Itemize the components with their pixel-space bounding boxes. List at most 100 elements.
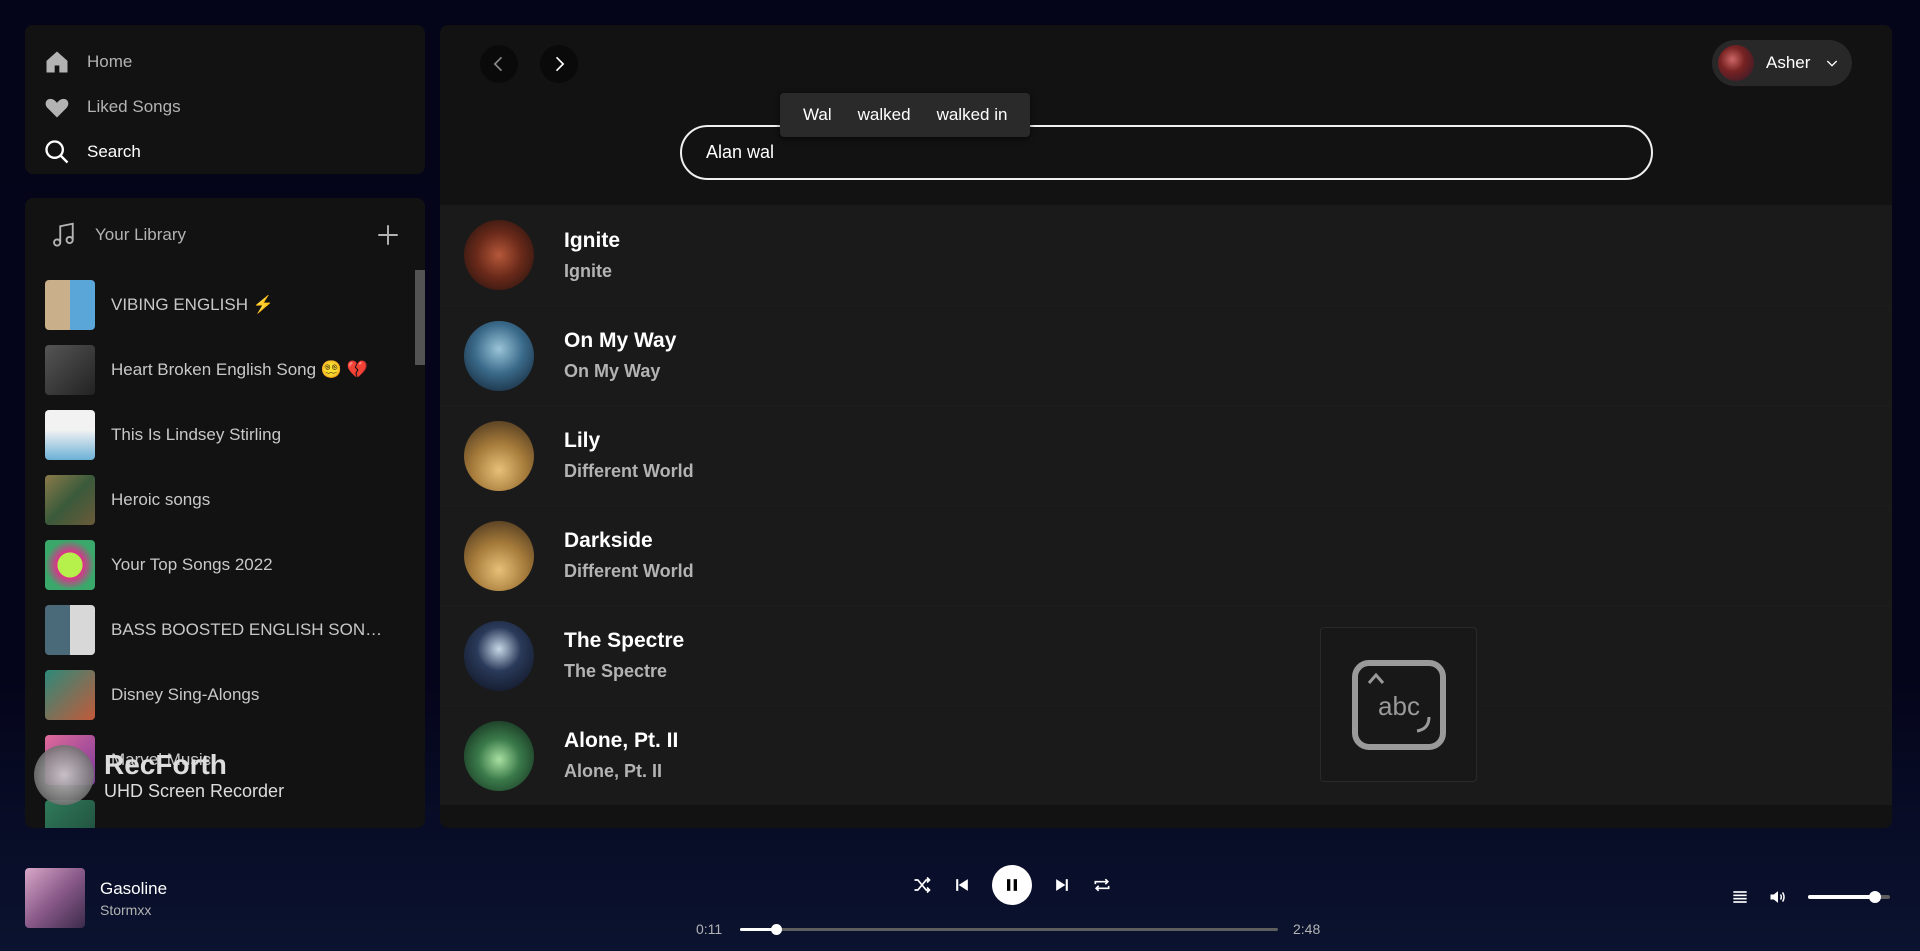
queue-icon[interactable] xyxy=(1730,887,1750,907)
library-item[interactable]: VIBING ENGLISH ⚡ xyxy=(45,272,405,337)
repeat-icon xyxy=(1094,878,1110,892)
track-title: Lily xyxy=(564,429,601,452)
volume-slider[interactable] xyxy=(1808,891,1890,903)
library-item-name: Heart Broken English Song 😵‍💫 💔 xyxy=(111,359,368,379)
track-cover xyxy=(464,220,534,290)
search-input[interactable] xyxy=(706,142,1627,163)
elapsed-time: 0:11 xyxy=(696,921,723,937)
library-item[interactable]: Heart Broken English Song 😵‍💫 💔 xyxy=(45,337,405,402)
result-row[interactable]: Alone, Pt. II Alone, Pt. II xyxy=(440,705,1892,805)
track-cover xyxy=(464,620,534,691)
home-icon xyxy=(46,51,68,72)
playback-controls xyxy=(912,865,1112,905)
forward-button[interactable] xyxy=(540,45,578,83)
nav-liked-songs[interactable]: Liked Songs xyxy=(43,84,407,129)
library-scrollbar[interactable] xyxy=(415,270,425,365)
library-item-name: VIBING ENGLISH ⚡ xyxy=(111,294,274,314)
library-item-name: Your Top Songs 2022 xyxy=(111,554,273,574)
track-subtitle: The Spectre xyxy=(564,661,668,681)
back-button[interactable] xyxy=(480,45,518,83)
pause-button[interactable] xyxy=(992,865,1032,905)
library-item[interactable]: Heroic songs xyxy=(45,467,405,532)
result-row[interactable]: The Spectre The Spectre xyxy=(440,605,1892,705)
library-title[interactable]: Your Library xyxy=(95,225,375,245)
playlist-cover xyxy=(45,279,95,330)
skip-back-icon xyxy=(956,879,968,891)
user-name: Asher xyxy=(1766,53,1811,72)
next-button[interactable] xyxy=(1052,875,1072,895)
previous-button[interactable] xyxy=(952,875,972,895)
keyboard-abc-icon: abc xyxy=(1351,659,1446,750)
playlist-cover xyxy=(45,604,95,655)
library-item[interactable]: BASS BOOSTED ENGLISH SONG ... xyxy=(45,597,405,662)
track-cover xyxy=(464,420,534,491)
shuffle-button[interactable] xyxy=(912,875,932,895)
track-title: Darkside xyxy=(564,529,653,552)
suggestion-item[interactable]: walked xyxy=(845,105,924,125)
keyboard-input-overlay: abc xyxy=(1320,627,1477,782)
library-header: Your Library xyxy=(25,198,425,272)
playlist-cover xyxy=(45,539,95,590)
suggestion-item[interactable]: walked in xyxy=(924,105,1021,125)
heart-icon xyxy=(45,98,69,117)
library-item[interactable]: This Is Lindsey Stirling xyxy=(45,402,405,467)
nav-home[interactable]: Home xyxy=(43,39,407,84)
result-row[interactable]: Ignite Ignite xyxy=(440,205,1892,305)
music-note-icon xyxy=(53,222,74,247)
track-subtitle: Different World xyxy=(564,461,694,481)
library-item-name: Disney Sing-Alongs xyxy=(111,684,260,704)
library-item-name: BASS BOOSTED ENGLISH SONG ... xyxy=(111,619,391,639)
playlist-cover xyxy=(45,344,95,395)
pause-icon xyxy=(1007,879,1017,891)
track-title: Ignite xyxy=(564,228,620,252)
track-title: Alone, Pt. II xyxy=(564,729,679,752)
track-title: On My Way xyxy=(564,329,677,352)
now-playing-cover[interactable] xyxy=(25,868,85,928)
suggestion-item[interactable]: Wal xyxy=(790,105,845,125)
track-subtitle: Different World xyxy=(564,561,694,581)
progress-knob[interactable] xyxy=(770,924,782,935)
repeat-button[interactable] xyxy=(1092,875,1112,895)
chevron-right-icon xyxy=(555,56,565,72)
user-menu[interactable]: Asher xyxy=(1712,40,1852,86)
chevron-down-icon xyxy=(1826,60,1838,67)
shuffle-icon xyxy=(914,876,931,894)
topbar: Asher Wal walked walked in xyxy=(440,25,1892,205)
result-row[interactable]: Lily Different World xyxy=(440,405,1892,505)
track-subtitle: Alone, Pt. II xyxy=(564,761,663,781)
extra-controls xyxy=(1730,887,1890,907)
nav-search-label: Search xyxy=(87,141,141,161)
nav-liked-label: Liked Songs xyxy=(87,96,181,116)
result-row[interactable]: Darkside Different World xyxy=(440,505,1892,605)
track-subtitle: On My Way xyxy=(564,361,661,381)
playlist-cover xyxy=(45,409,95,460)
volume-icon[interactable] xyxy=(1768,887,1788,907)
track-subtitle: Ignite xyxy=(564,260,612,281)
camera-icon xyxy=(34,745,94,805)
watermark-title: RecForth xyxy=(104,748,227,780)
avatar xyxy=(1718,45,1754,81)
library-item[interactable]: Your Top Songs 2022 xyxy=(45,532,405,597)
now-playing-title[interactable]: Gasoline xyxy=(100,879,167,899)
library-panel: Your Library VIBING ENGLISH ⚡ Heart Brok… xyxy=(25,198,425,828)
volume-fill xyxy=(1808,895,1876,899)
result-row[interactable]: On My Way On My Way xyxy=(440,305,1892,405)
progress-bar[interactable] xyxy=(740,924,1278,935)
skip-forward-icon xyxy=(1056,879,1068,891)
playlist-cover xyxy=(45,669,95,720)
keyboard-overlay-label: abc xyxy=(1378,691,1420,721)
library-item-name: Heroic songs xyxy=(111,489,211,509)
plus-icon[interactable] xyxy=(375,222,401,248)
nav-search[interactable]: Search xyxy=(43,129,407,174)
volume-knob[interactable] xyxy=(1869,891,1882,903)
nav-home-label: Home xyxy=(87,51,133,71)
track-cover xyxy=(464,720,534,791)
search-results: Ignite Ignite On My Way On My Way Lily D… xyxy=(440,205,1892,805)
main-panel: Asher Wal walked walked in Ignite Ignite… xyxy=(440,25,1892,828)
autocomplete-suggestions: Wal walked walked in xyxy=(780,93,1031,137)
track-cover xyxy=(464,520,534,591)
player-bar: Gasoline Stormxx 0:11 2:48 xyxy=(0,845,1920,951)
now-playing-artist[interactable]: Stormxx xyxy=(100,902,151,918)
library-item[interactable]: Disney Sing-Alongs xyxy=(45,662,405,727)
nav-panel: Home Liked Songs Search xyxy=(25,25,425,174)
